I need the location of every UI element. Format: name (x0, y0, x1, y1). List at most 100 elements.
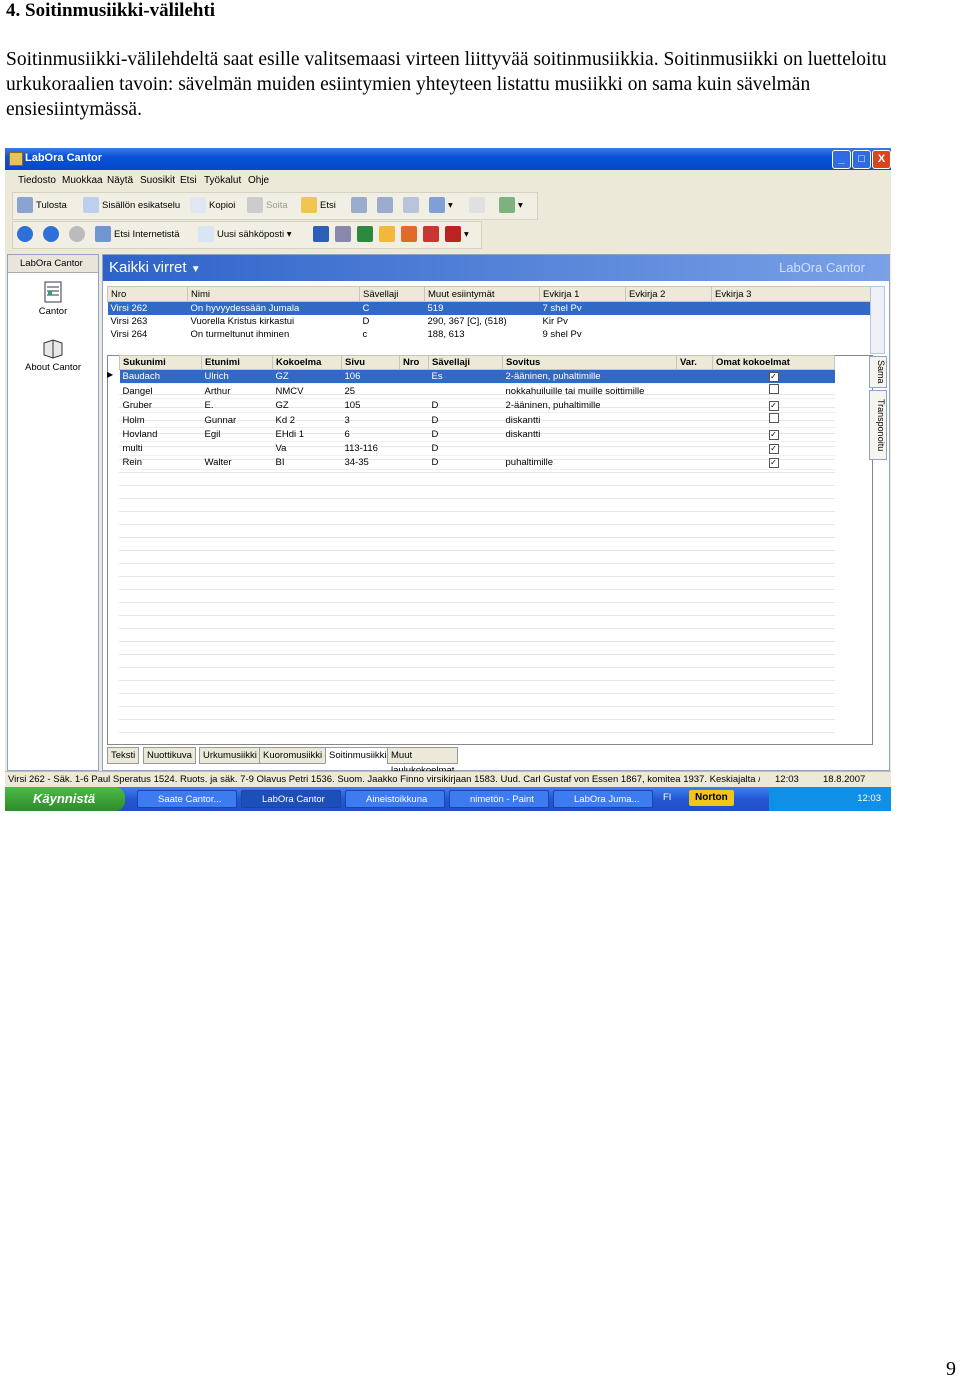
taskbar-item[interactable]: LabOra Juma... (553, 790, 653, 808)
new-email-button[interactable]: Uusi sähköposti ▾ (198, 225, 291, 245)
menu-nayta[interactable]: Näytä (107, 175, 133, 186)
sidebar-item-about[interactable]: About Cantor (8, 337, 98, 373)
menu-muokkaa[interactable]: Muokkaa (62, 175, 103, 186)
column-header[interactable]: Etunimi (201, 355, 273, 370)
column-header[interactable]: Evkirja 3 (711, 286, 873, 302)
cell-var (676, 427, 713, 442)
panel-header[interactable]: Kaikki virret ▼ LabOra Cantor (103, 255, 889, 281)
panel-title[interactable]: Kaikki virret ▼ (109, 259, 201, 276)
own-collection-checkbox[interactable]: ✓ (768, 372, 779, 382)
column-header[interactable]: Nimi (187, 286, 360, 302)
column-header[interactable]: Evkirja 2 (625, 286, 712, 302)
menu-bar: Tiedosto Muokkaa Näytä Suosikit Etsi Työ… (5, 172, 891, 190)
tab-soitinmusiikki[interactable]: Soitinmusiikki (325, 747, 391, 764)
menu-tiedosto[interactable]: Tiedosto (18, 175, 56, 186)
menu-tyokalut[interactable]: Työkalut (204, 175, 241, 186)
column-header[interactable]: Sukunimi (119, 355, 202, 370)
taskbar-item[interactable]: Aineistoikkuna (345, 790, 445, 808)
own-collection-checkbox[interactable] (768, 413, 779, 423)
pointer-button[interactable] (469, 196, 488, 216)
column-header[interactable]: Evkirja 1 (539, 286, 626, 302)
table-row[interactable]: Baudach Ulrich GZ 106 Es 2-ääninen, puhaltimi… (119, 369, 835, 384)
cell-etunimi: Egil (201, 427, 273, 442)
tab-nuottikuva[interactable]: Nuottikuva (143, 747, 196, 764)
column-header[interactable]: Nro (107, 286, 188, 302)
maximize-button[interactable]: □ (852, 150, 871, 169)
note-button[interactable] (379, 225, 398, 245)
menu-ohje[interactable]: Ohje (248, 175, 269, 186)
own-collection-checkbox[interactable] (768, 384, 779, 394)
copy-button[interactable]: Kopioi (190, 196, 235, 216)
back-button[interactable] (17, 225, 36, 245)
column-header[interactable]: Sovitus (502, 355, 677, 370)
table-row[interactable]: Holm Gunnar Kd 2 3 Ddiskantti (119, 412, 835, 428)
taskbar-item-active[interactable]: LabOra Cantor (241, 790, 341, 808)
vtab-sama[interactable]: Sama (869, 356, 887, 388)
vtab-transponoitu[interactable]: Transponoitu (869, 390, 887, 460)
find-button[interactable] (403, 196, 422, 216)
menu-etsi[interactable]: Etsi (180, 175, 197, 186)
word-button[interactable] (313, 225, 332, 245)
forward-button[interactable] (43, 225, 62, 245)
own-collection-checkbox[interactable]: ✓ (768, 430, 779, 440)
start-button[interactable]: Käynnistä (5, 787, 125, 811)
cell-savellaji: D (428, 455, 503, 470)
stop-button[interactable] (69, 225, 88, 245)
tab-urkumusiikki[interactable]: Urkumusiikki (199, 747, 261, 764)
exit-button[interactable]: ▾ (499, 196, 523, 216)
grid-view-icon (429, 197, 445, 214)
doc-button[interactable] (335, 225, 354, 245)
cell-nimi: Vuorella Kristus kirkastui (190, 316, 295, 327)
view-button-1[interactable] (351, 196, 370, 216)
taskbar-item[interactable]: nimetön - Paint (449, 790, 549, 808)
window-titlebar[interactable]: LabOra Cantor _ □ X (5, 148, 891, 170)
column-header[interactable]: Omat kokoelmat (712, 355, 835, 370)
own-collection-checkbox[interactable]: ✓ (768, 458, 779, 468)
tab-teksti[interactable]: Teksti (107, 747, 140, 764)
slide-button[interactable] (401, 225, 420, 245)
sidebar-item-cantor[interactable]: Cantor (8, 281, 98, 317)
preview-button[interactable]: Sisällön esikatselu (83, 196, 180, 216)
play-button[interactable]: Soita (247, 196, 288, 216)
column-header[interactable]: Muut esiintymät (424, 286, 540, 302)
column-header[interactable]: Kokoelma (272, 355, 342, 370)
column-header[interactable]: Var. (676, 355, 713, 370)
table-row[interactable]: Rein Walter BI 34-35 Dpuhaltimille ✓ (119, 455, 835, 470)
excel-button[interactable] (357, 225, 376, 245)
search-button[interactable]: Etsi (301, 196, 336, 216)
table-row[interactable]: Gruber E. GZ 105 D 2-ääninen, puhaltimille ✓ (119, 398, 835, 413)
tools-button[interactable] (423, 225, 442, 245)
table-row[interactable]: Virsi 263 Vuorella Kristus kirkastui D 2… (108, 315, 873, 328)
cell-omat: ✓ (712, 369, 835, 384)
window-title: LabOra Cantor (25, 152, 103, 164)
cell-ev2 (626, 328, 712, 341)
own-collection-checkbox[interactable]: ✓ (768, 444, 779, 454)
minimize-button[interactable]: _ (832, 150, 851, 169)
cell-kokoelma: Va (272, 441, 342, 456)
taskbar-item[interactable]: Saate Cantor... (137, 790, 237, 808)
column-header[interactable]: Sävellaji (428, 355, 503, 370)
language-indicator[interactable]: FI (663, 792, 671, 803)
column-header[interactable]: Nro (399, 355, 429, 370)
tab-kuoromusiikki[interactable]: Kuoromusiikki (259, 747, 327, 764)
views-dropdown[interactable]: ▾ (429, 196, 453, 216)
printer-icon (17, 197, 33, 214)
table-row[interactable]: Hovland Egil EHdi 1 6 Ddiskantti ✓ (119, 427, 835, 442)
close-button[interactable]: X (872, 150, 891, 169)
table-row[interactable]: Dangel Arthur NMCV 25 nokkahuiluille tai mui… (119, 383, 835, 399)
table-row[interactable]: Virsi 264 On turmeltunut ihminen c 188, … (108, 328, 873, 341)
column-header[interactable]: Sävellaji (359, 286, 425, 302)
pdf-button[interactable]: ▾ (445, 225, 469, 245)
internet-search-button[interactable]: Etsi Internetistä (95, 225, 179, 245)
hymn-table-scrollbar[interactable] (870, 286, 885, 354)
tab-muut-laulukokoelmat[interactable]: Muut laulukokoelmat (387, 747, 459, 776)
view-button-2[interactable] (377, 196, 396, 216)
norton-button[interactable]: Norton (689, 790, 734, 806)
own-collection-checkbox[interactable]: ✓ (768, 401, 779, 411)
print-button[interactable]: Tulosta (17, 196, 67, 216)
table-row[interactable]: multi Va 113-116 D ✓ (119, 441, 835, 456)
column-header[interactable]: Sivu (341, 355, 400, 370)
menu-suosikit[interactable]: Suosikit (140, 175, 175, 186)
table-row[interactable]: Virsi 262 On hyvyydessään Jumala C 519 7… (107, 301, 873, 315)
status-text: Virsi 262 - Säk. 1-6 Paul Speratus 1524.… (8, 774, 760, 785)
